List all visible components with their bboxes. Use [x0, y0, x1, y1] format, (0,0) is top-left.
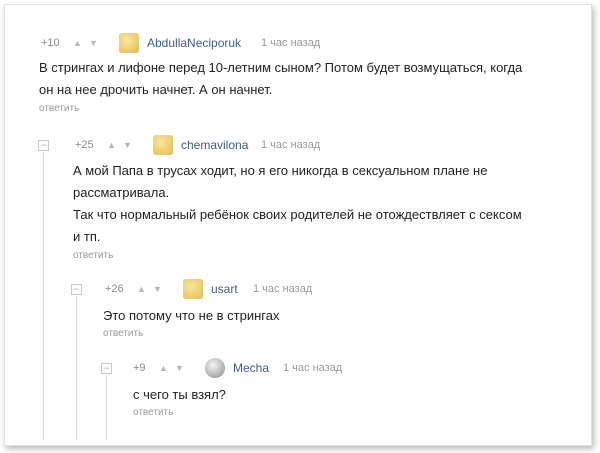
downvote-icon[interactable]: ▼ [175, 359, 184, 377]
comment-line: В стрингах и лифоне перед 10-летним сыно… [39, 60, 523, 75]
comment-header: +10 ▲ ▼ AbdullaNeciporuk 1 час назад [33, 33, 583, 53]
comment: +25 ▲ ▼ chemavilona 1 час назад А мой Па… [67, 135, 567, 261]
thread-line [43, 152, 44, 440]
comment-text: А мой Папа в трусах ходит, но я его нико… [73, 160, 567, 248]
reply-link[interactable]: ответить [133, 407, 547, 418]
comment-line: с чего ты взял? [133, 387, 226, 402]
comment-header: +26 ▲ ▼ usart 1 час назад [97, 279, 547, 299]
comment-header: +9 ▲ ▼ Mecha 1 час назад [127, 358, 547, 378]
comment-time: 1 час назад [283, 362, 343, 374]
comment-rating: +9 [133, 362, 146, 374]
comment-author[interactable]: Mecha [233, 359, 269, 377]
avatar[interactable] [153, 135, 173, 155]
upvote-icon[interactable]: ▲ [73, 34, 82, 52]
comment: +9 ▲ ▼ Mecha 1 час назад с чего ты взял?… [127, 358, 547, 418]
comment-line: он на нее дрочить начнет. А он начнет. [39, 82, 273, 97]
collapse-toggle-icon[interactable]: − [71, 284, 82, 295]
comment-text: В стрингах и лифоне перед 10-летним сыно… [39, 57, 583, 101]
collapse-toggle-icon[interactable]: − [101, 363, 112, 374]
comment-rating: +10 [41, 37, 60, 49]
downvote-icon[interactable]: ▼ [123, 136, 132, 154]
upvote-icon[interactable]: ▲ [159, 359, 168, 377]
avatar[interactable] [205, 358, 225, 378]
comment-time: 1 час назад [261, 139, 321, 151]
comment-line: Так что нормальный ребёнок своих родител… [73, 207, 522, 222]
upvote-icon[interactable]: ▲ [107, 136, 116, 154]
downvote-icon[interactable]: ▼ [89, 34, 98, 52]
avatar[interactable] [183, 279, 203, 299]
comment-line: Это потому что не в стрингах [103, 308, 280, 323]
avatar[interactable] [119, 33, 139, 53]
collapse-toggle-icon[interactable]: − [38, 140, 49, 151]
comment-text: с чего ты взял? [133, 384, 547, 406]
comment-rating: +25 [75, 139, 94, 151]
thread-line [106, 375, 107, 440]
comment-time: 1 час назад [261, 37, 321, 49]
thread-line [76, 296, 77, 440]
comment-author[interactable]: AbdullaNeciporuk [147, 34, 241, 52]
comment-header: +25 ▲ ▼ chemavilona 1 час назад [67, 135, 567, 155]
comment-line: рассматривала. [73, 185, 170, 200]
comment-author[interactable]: usart [211, 280, 238, 298]
downvote-icon[interactable]: ▼ [153, 280, 162, 298]
comment-line: и тп. [73, 229, 101, 244]
reply-link[interactable]: ответить [103, 328, 547, 339]
comment-rating: +26 [105, 283, 124, 295]
comment: +10 ▲ ▼ AbdullaNeciporuk 1 час назад В с… [33, 33, 583, 114]
upvote-icon[interactable]: ▲ [137, 280, 146, 298]
comment-time: 1 час назад [253, 283, 313, 295]
comment: +26 ▲ ▼ usart 1 час назад Это потому что… [97, 279, 547, 339]
comment-line: А мой Папа в трусах ходит, но я его нико… [73, 163, 488, 178]
comments-panel: − − − +10 ▲ ▼ AbdullaNeciporuk 1 час наз… [4, 4, 592, 446]
reply-link[interactable]: ответить [39, 103, 583, 114]
reply-link[interactable]: ответить [73, 250, 567, 261]
comment-text: Это потому что не в стрингах [103, 305, 547, 327]
comment-author[interactable]: chemavilona [181, 136, 248, 154]
